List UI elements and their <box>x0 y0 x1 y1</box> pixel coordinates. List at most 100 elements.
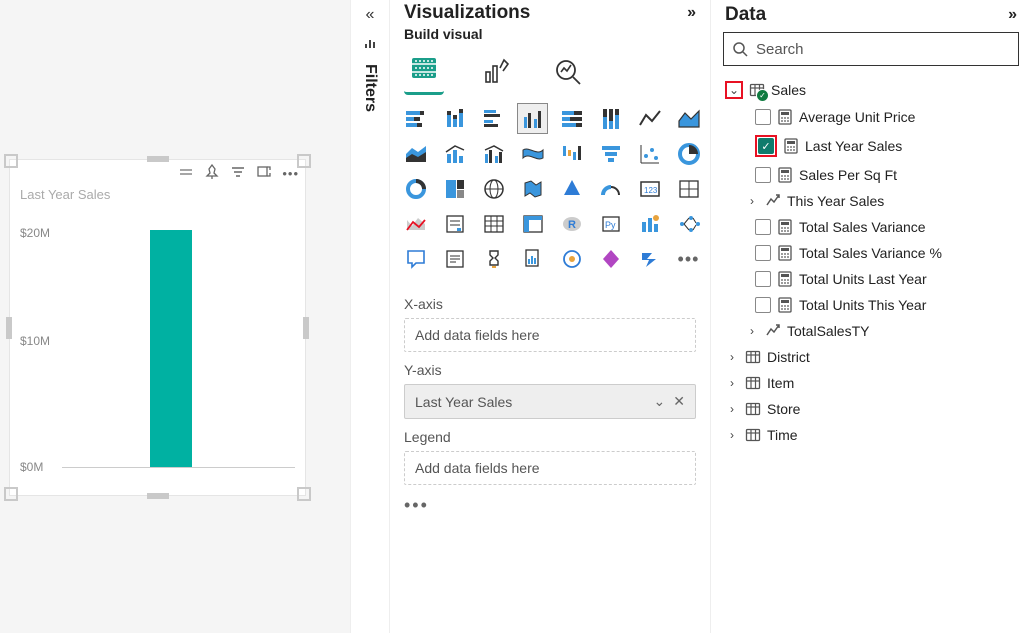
checkbox[interactable] <box>755 109 771 125</box>
chevron-right-icon[interactable]: › <box>725 376 739 390</box>
viz-key-influencers[interactable] <box>634 208 665 239</box>
viz-stacked-bar[interactable] <box>400 103 431 134</box>
field-sales-per-sqft[interactable]: Sales Per Sq Ft <box>721 162 1021 188</box>
viz-smart-narrative[interactable] <box>439 243 470 274</box>
checkbox[interactable] <box>755 245 771 261</box>
viz-line[interactable] <box>634 103 665 134</box>
pin-icon[interactable] <box>204 164 220 183</box>
viz-r-visual[interactable] <box>556 208 587 239</box>
field-total-units-last-year[interactable]: Total Units Last Year <box>721 266 1021 292</box>
tab-build-visual[interactable] <box>404 48 444 95</box>
visual-container[interactable]: ••• Last Year Sales $20M $10M $0M <box>10 160 305 495</box>
viz-funnel[interactable] <box>595 138 626 169</box>
resize-handle[interactable] <box>297 487 311 501</box>
viz-stacked-column[interactable] <box>439 103 470 134</box>
legend-well[interactable]: Add data fields here <box>404 451 696 485</box>
resize-handle[interactable] <box>4 154 18 168</box>
resize-handle[interactable] <box>4 487 18 501</box>
grip-icon[interactable] <box>178 164 194 183</box>
field-total-sales-variance-pct[interactable]: Total Sales Variance % <box>721 240 1021 266</box>
viz-table[interactable] <box>478 208 509 239</box>
viz-clustered-bar[interactable] <box>478 103 509 134</box>
viz-filled-map[interactable] <box>517 173 548 204</box>
table-time[interactable]: › Time <box>721 422 1021 448</box>
viz-qna[interactable] <box>400 243 431 274</box>
more-fields-icon[interactable]: ••• <box>390 489 710 522</box>
field-total-sales-ty[interactable]: › TotalSalesTY <box>721 318 1021 344</box>
viz-slicer[interactable] <box>439 208 470 239</box>
chevron-down-icon[interactable]: ⌄ <box>727 83 741 97</box>
viz-line-clustered-col[interactable] <box>478 138 509 169</box>
tab-analytics[interactable] <box>548 52 588 92</box>
viz-decomposition-tree[interactable] <box>673 208 704 239</box>
viz-card[interactable] <box>634 173 665 204</box>
collapse-data-icon[interactable]: » <box>1008 6 1017 24</box>
chevron-right-icon[interactable]: › <box>725 402 739 416</box>
checkbox[interactable] <box>755 219 771 235</box>
viz-waterfall[interactable] <box>556 138 587 169</box>
viz-python-visual[interactable] <box>595 208 626 239</box>
viz-100pct-bar[interactable] <box>556 103 587 134</box>
focus-mode-icon[interactable] <box>256 164 272 183</box>
viz-matrix[interactable] <box>517 208 548 239</box>
viz-pie[interactable] <box>673 138 704 169</box>
chevron-right-icon[interactable]: › <box>725 428 739 442</box>
resize-handle[interactable] <box>6 317 12 339</box>
viz-ribbon[interactable] <box>517 138 548 169</box>
viz-clustered-column[interactable] <box>517 103 548 134</box>
checkbox-checked[interactable]: ✓ <box>758 138 774 154</box>
viz-gauge[interactable] <box>595 173 626 204</box>
field-dropdown-icon[interactable]: ⌄ <box>654 393 666 410</box>
viz-100pct-column[interactable] <box>595 103 626 134</box>
chart-bar[interactable] <box>150 230 192 467</box>
viz-multi-row-card[interactable] <box>673 173 704 204</box>
viz-stacked-area[interactable] <box>400 138 431 169</box>
viz-power-apps[interactable] <box>595 243 626 274</box>
x-axis-well[interactable]: Add data fields here <box>404 318 696 352</box>
field-last-year-sales[interactable]: ✓ Last Year Sales <box>721 130 1021 162</box>
expand-filters-icon[interactable]: « <box>366 6 375 24</box>
viz-scatter[interactable] <box>634 138 665 169</box>
viz-azure-map[interactable] <box>556 173 587 204</box>
column-chart[interactable]: $20M $10M $0M <box>14 206 299 468</box>
field-average-unit-price[interactable]: Average Unit Price <box>721 104 1021 130</box>
checkbox[interactable] <box>755 167 771 183</box>
table-sales[interactable]: ⌄ Sales <box>721 76 1021 104</box>
resize-handle[interactable] <box>147 493 169 499</box>
resize-handle[interactable] <box>297 154 311 168</box>
viz-arcgis[interactable] <box>556 243 587 274</box>
field-total-units-this-year[interactable]: Total Units This Year <box>721 292 1021 318</box>
checkbox[interactable] <box>755 271 771 287</box>
y-axis-well[interactable]: Last Year Sales ⌄ ✕ <box>404 384 696 419</box>
chevron-right-icon[interactable]: › <box>725 350 739 364</box>
viz-treemap[interactable] <box>439 173 470 204</box>
report-canvas[interactable]: ••• Last Year Sales $20M $10M $0M <box>0 0 350 633</box>
filter-icon[interactable] <box>230 164 246 183</box>
checkbox[interactable] <box>755 297 771 313</box>
viz-donut[interactable] <box>400 173 431 204</box>
field-total-sales-variance[interactable]: Total Sales Variance <box>721 214 1021 240</box>
viz-paginated-report[interactable] <box>517 243 548 274</box>
viz-get-more[interactable]: ••• <box>673 243 704 274</box>
table-item[interactable]: › Item <box>721 370 1021 396</box>
viz-line-stacked-col[interactable] <box>439 138 470 169</box>
search-input[interactable]: Search <box>723 32 1019 66</box>
resize-handle[interactable] <box>303 317 309 339</box>
viz-kpi[interactable] <box>400 208 431 239</box>
viz-map[interactable] <box>478 173 509 204</box>
tab-format-visual[interactable] <box>476 52 516 92</box>
viz-goals[interactable] <box>478 243 509 274</box>
search-icon <box>732 41 748 57</box>
viz-power-automate[interactable] <box>634 243 665 274</box>
collapse-viz-icon[interactable]: » <box>687 4 696 22</box>
table-store[interactable]: › Store <box>721 396 1021 422</box>
table-district[interactable]: › District <box>721 344 1021 370</box>
viz-area[interactable] <box>673 103 704 134</box>
field-this-year-sales[interactable]: › This Year Sales <box>721 188 1021 214</box>
more-options-icon[interactable]: ••• <box>282 166 299 181</box>
resize-handle[interactable] <box>147 156 169 162</box>
field-remove-icon[interactable]: ✕ <box>673 393 685 410</box>
filters-pane-collapsed[interactable]: « Filters <box>350 0 390 633</box>
chevron-right-icon[interactable]: › <box>745 194 759 208</box>
chevron-right-icon[interactable]: › <box>745 324 759 338</box>
